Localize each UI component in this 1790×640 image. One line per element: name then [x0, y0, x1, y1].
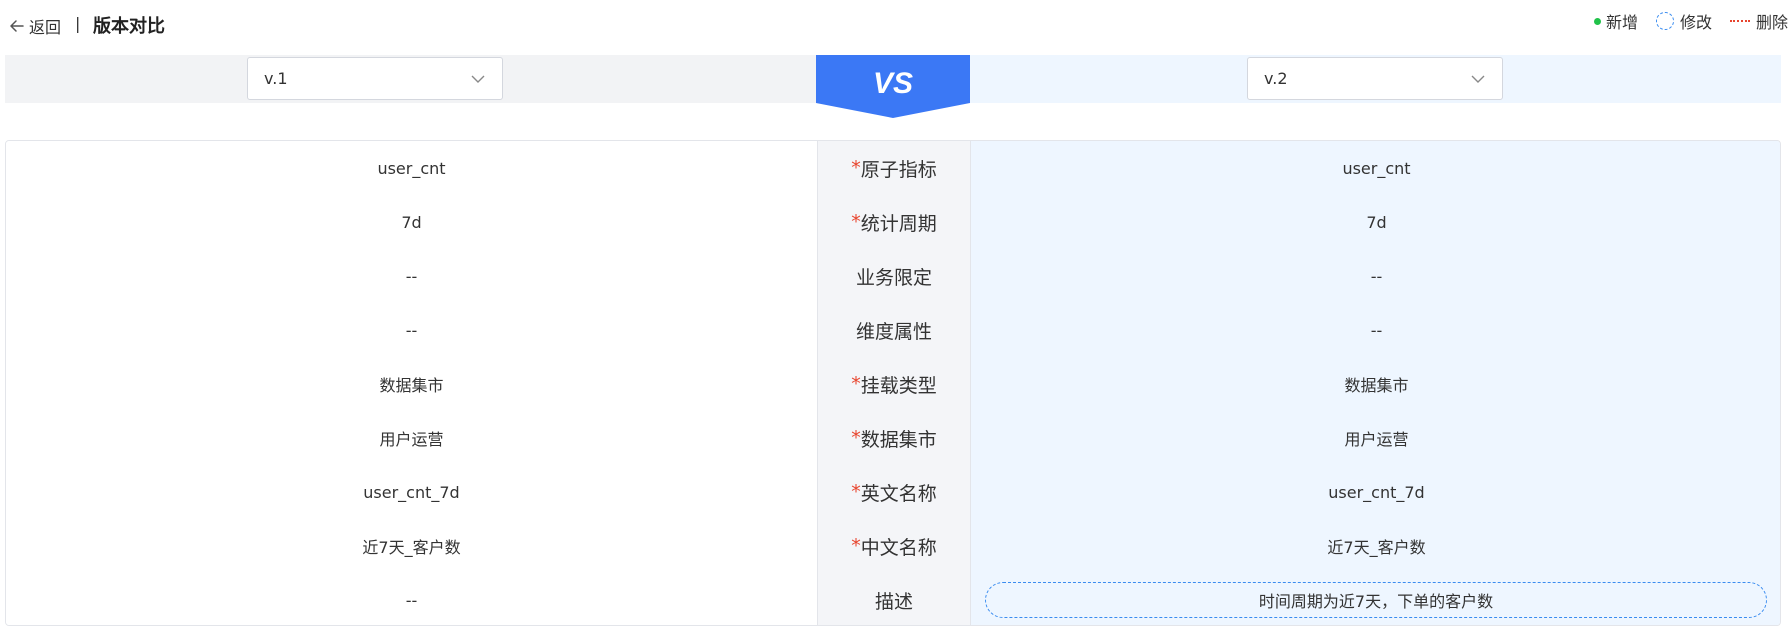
- table-row: 数据集市 * 挂载类型 数据集市: [6, 357, 1780, 411]
- left-version-bar: v.1: [5, 55, 817, 103]
- arrow-left-icon: [10, 20, 24, 32]
- left-value-cell: 数据集市: [6, 357, 817, 411]
- comparison-table: user_cnt * 原子指标 user_cnt 7d * 统计周期 7d -- 业务限定 -- --…: [5, 140, 1781, 626]
- modified-value: 时间周期为近7天，下单的客户数: [985, 582, 1767, 618]
- field-label: 英文名称: [860, 482, 937, 505]
- table-row: user_cnt * 原子指标 user_cnt: [6, 141, 1780, 195]
- field-label: 统计周期: [860, 212, 937, 235]
- right-value-cell: user_cnt_7d: [971, 465, 1780, 519]
- required-mark: *: [851, 373, 861, 395]
- right-version-bar: v.2: [969, 55, 1781, 103]
- table-row: 用户运营 * 数据集市 用户运营: [6, 411, 1780, 465]
- added-dot-icon: [1593, 17, 1601, 25]
- table-row: -- 业务限定 --: [6, 249, 1780, 303]
- field-label: 数据集市: [860, 428, 937, 451]
- legend-added: 新增: [1593, 9, 1638, 33]
- right-value-cell: 数据集市: [971, 357, 1780, 411]
- table-row: 7d * 统计周期 7d: [6, 195, 1780, 249]
- right-value-cell: --: [971, 303, 1780, 357]
- table-row: -- 维度属性 --: [6, 303, 1780, 357]
- field-label: 中文名称: [860, 536, 937, 559]
- left-version-value: v.1: [264, 69, 288, 88]
- back-label: 返回: [29, 18, 62, 37]
- field-label: 维度属性: [855, 320, 932, 343]
- field-label-cell: 业务限定: [817, 249, 971, 303]
- right-version-select[interactable]: v.2: [1247, 57, 1503, 100]
- modified-circle-icon: [1655, 12, 1674, 30]
- right-value-cell: 时间周期为近7天，下单的客户数: [971, 573, 1780, 625]
- left-value-cell: 近7天_客户数: [6, 519, 817, 573]
- deleted-line-icon: [1729, 20, 1750, 22]
- field-label: 描述: [874, 590, 913, 613]
- field-label-cell: * 挂载类型: [817, 357, 971, 411]
- right-value-cell: 7d: [971, 195, 1780, 249]
- field-label-cell: 描述: [817, 573, 971, 625]
- required-mark: *: [851, 211, 861, 233]
- chevron-down-icon: [1471, 75, 1485, 83]
- table-row: 近7天_客户数 * 中文名称 近7天_客户数: [6, 519, 1780, 573]
- right-value-cell: user_cnt: [971, 141, 1780, 195]
- right-value-cell: 近7天_客户数: [971, 519, 1780, 573]
- legend-deleted: 删除: [1729, 9, 1788, 33]
- field-label-cell: * 数据集市: [817, 411, 971, 465]
- field-label-cell: * 原子指标: [817, 141, 971, 195]
- legend-added-label: 新增: [1605, 13, 1638, 32]
- header-divider: |: [75, 14, 81, 33]
- left-value-cell: user_cnt_7d: [6, 465, 817, 519]
- field-label: 业务限定: [855, 266, 932, 289]
- right-version-value: v.2: [1264, 69, 1288, 88]
- field-label: 原子指标: [860, 158, 937, 181]
- left-value-cell: --: [6, 573, 817, 625]
- required-mark: *: [851, 427, 861, 449]
- legend-modified: 修改: [1655, 9, 1712, 33]
- page-header: 返回 | 版本对比 新增 修改 删除: [0, 0, 1790, 50]
- diff-legend: 新增 修改 删除: [1576, 10, 1788, 32]
- right-value-cell: 用户运营: [971, 411, 1780, 465]
- left-value-cell: --: [6, 249, 817, 303]
- page-title: 版本对比: [93, 16, 165, 37]
- legend-modified-label: 修改: [1679, 13, 1712, 32]
- back-button[interactable]: 返回: [8, 14, 61, 38]
- vs-badge: VS: [816, 55, 970, 118]
- right-value-cell: --: [971, 249, 1780, 303]
- field-label: 挂载类型: [860, 374, 937, 397]
- left-value-cell: user_cnt: [6, 141, 817, 195]
- table-row: -- 描述 时间周期为近7天，下单的客户数: [6, 573, 1780, 625]
- left-value-cell: 7d: [6, 195, 817, 249]
- vs-label: VS: [873, 67, 913, 100]
- field-label-cell: * 中文名称: [817, 519, 971, 573]
- field-label-cell: * 英文名称: [817, 465, 971, 519]
- required-mark: *: [851, 535, 861, 557]
- required-mark: *: [851, 157, 861, 179]
- chevron-down-icon: [471, 75, 485, 83]
- table-row: user_cnt_7d * 英文名称 user_cnt_7d: [6, 465, 1780, 519]
- left-version-select[interactable]: v.1: [247, 57, 503, 100]
- field-label-cell: * 统计周期: [817, 195, 971, 249]
- left-value-cell: 用户运营: [6, 411, 817, 465]
- left-value-cell: --: [6, 303, 817, 357]
- required-mark: *: [851, 481, 861, 503]
- legend-deleted-label: 删除: [1755, 13, 1788, 32]
- field-label-cell: 维度属性: [817, 303, 971, 357]
